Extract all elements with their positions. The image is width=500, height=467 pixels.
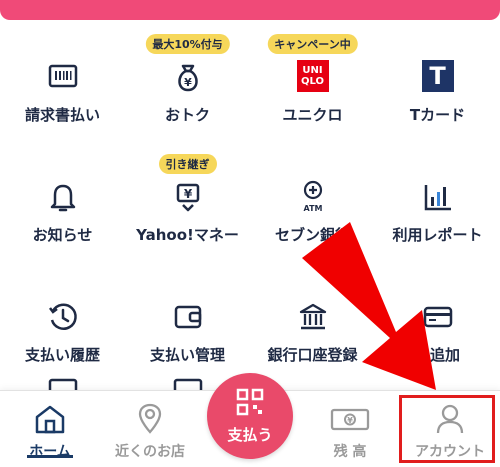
menu-item-uniqlo[interactable]: キャンペーン中 UNI QLO ユニクロ xyxy=(250,20,375,140)
menu-item-otoku[interactable]: 最大10%付与 ¥ おトク xyxy=(125,20,250,140)
yen-symbol: ¥ xyxy=(184,76,192,89)
nav-nearby-label: 近くのお店 xyxy=(115,444,185,460)
home-icon xyxy=(33,403,67,435)
menu-item-label: 請求書払い xyxy=(24,106,100,124)
tcard-logo-text: T xyxy=(429,62,446,90)
yahoo-money-icon: ¥ xyxy=(171,180,205,214)
history-clock-icon xyxy=(46,300,80,334)
badge: キャンペーン中 xyxy=(267,34,358,54)
wallet-icon xyxy=(171,300,205,334)
nav-home[interactable]: ホーム xyxy=(0,391,100,467)
badge: 最大10%付与 xyxy=(145,34,230,54)
menu-item-label: 支払い管理 xyxy=(149,346,225,364)
bell-icon xyxy=(46,180,80,214)
menu-item-tcard[interactable]: T Tカード xyxy=(375,20,500,140)
menu-item-label: Tカード xyxy=(409,106,466,124)
menu-item-label: 支払い履歴 xyxy=(24,346,100,364)
pay-button[interactable]: 支払う xyxy=(207,373,293,459)
badge: 引き継ぎ xyxy=(158,154,217,174)
atm-text: ATM xyxy=(303,204,322,213)
menu-item-yahoo-money[interactable]: 引き継ぎ ¥ Yahoo!マネー xyxy=(125,140,250,260)
menu-item-payment-history[interactable]: 支払い履歴 xyxy=(0,260,125,380)
invoice-icon xyxy=(46,60,80,94)
red-arrow-annotation xyxy=(302,222,436,390)
menu-item-label: おトク xyxy=(164,106,210,124)
menu-item-notice[interactable]: お知らせ xyxy=(0,140,125,260)
uniqlo-logo-line2: QLO xyxy=(300,76,325,87)
menu-item-label: Yahoo!マネー xyxy=(136,226,239,244)
menu-item-label: ユニクロ xyxy=(282,106,343,124)
atm-icon: ATM xyxy=(296,180,330,214)
nav-balance-label: 残 高 xyxy=(333,444,367,460)
yen-symbol: ¥ xyxy=(183,187,192,201)
menu-item-payment-management[interactable]: 支払い管理 xyxy=(125,260,250,380)
pay-button-label: 支払う xyxy=(227,425,273,444)
menu-item-invoice[interactable]: 請求書払い xyxy=(0,20,125,140)
money-bag-icon: ¥ xyxy=(171,60,205,94)
uniqlo-logo: UNI QLO xyxy=(296,60,329,92)
tcard-logo: T xyxy=(421,60,454,92)
nav-home-label: ホーム xyxy=(29,444,71,460)
qr-code-icon xyxy=(236,388,264,420)
location-pin-icon xyxy=(137,403,163,435)
top-header-bar xyxy=(0,0,500,20)
active-indicator xyxy=(27,455,73,458)
highlight-box xyxy=(399,395,495,463)
nav-nearby-stores[interactable]: 近くのお店 xyxy=(100,391,200,467)
menu-item-label: お知らせ xyxy=(32,226,93,244)
uniqlo-logo-line1: UNI xyxy=(302,65,323,76)
report-chart-icon xyxy=(421,180,455,214)
